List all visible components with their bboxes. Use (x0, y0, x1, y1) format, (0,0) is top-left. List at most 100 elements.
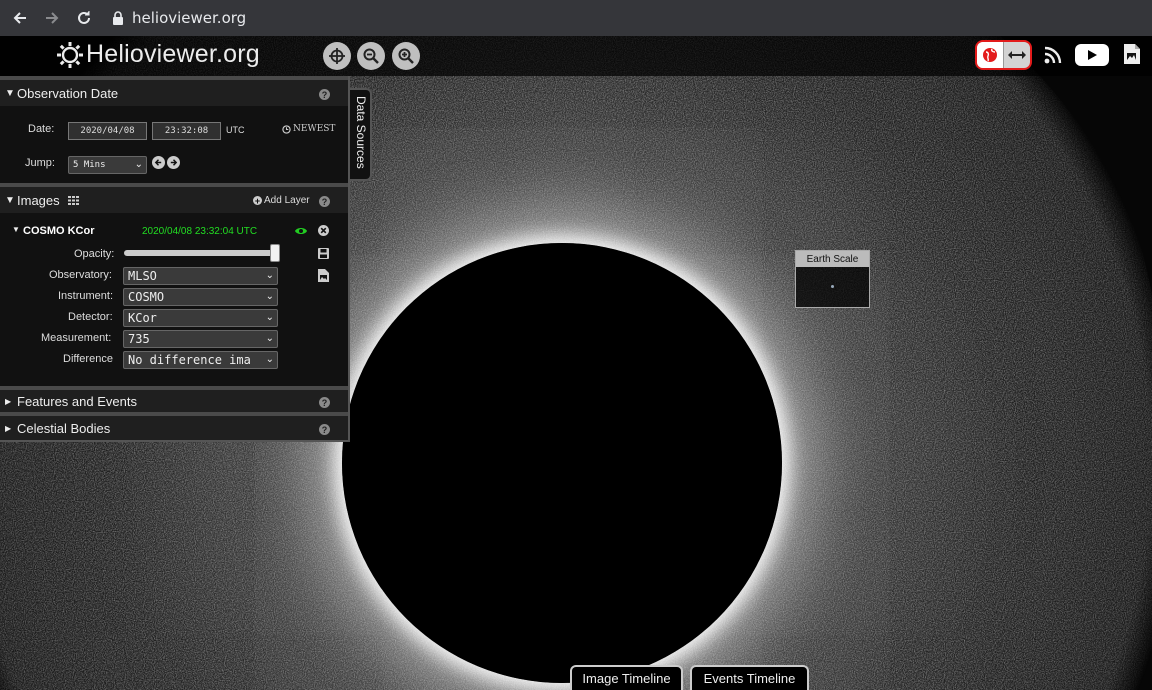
image-file-icon[interactable] (318, 269, 329, 282)
youtube-icon (1075, 44, 1109, 66)
eye-icon[interactable] (294, 226, 308, 236)
opacity-slider[interactable] (124, 244, 280, 262)
instrument-value: COSMO (128, 290, 165, 304)
add-layer-button[interactable]: + Add Layer (253, 195, 310, 206)
help-icon[interactable]: ? (319, 424, 330, 435)
time-input[interactable]: 23:32:08 (152, 122, 221, 140)
collapse-triangle-icon: ▼ (5, 87, 15, 99)
reload-icon[interactable] (72, 6, 96, 30)
occulter-disk (342, 243, 782, 683)
address-bar[interactable]: helioviewer.org (132, 9, 246, 27)
chevron-down-icon: ⌄ (134, 159, 143, 170)
logo[interactable]: Helioviewer.org (56, 40, 260, 69)
data-sources-label: Data Sources (354, 96, 368, 169)
utc-label: UTC (226, 125, 245, 135)
remove-layer-icon[interactable] (318, 225, 329, 236)
observatory-label: Observatory: (49, 269, 112, 281)
collapse-triangle-icon: ▼ (5, 194, 15, 206)
forward-icon[interactable] (40, 6, 64, 30)
youtube-button[interactable] (1075, 44, 1109, 71)
celestial-bodies-header[interactable]: ▶ Celestial Bodies ? (0, 412, 348, 440)
measurement-select[interactable]: 735 ⌄ (123, 330, 278, 348)
difference-select[interactable]: No difference ima ⌄ (123, 351, 278, 369)
image-timeline-button[interactable]: Image Timeline (570, 665, 683, 690)
rss-button[interactable] (1043, 45, 1063, 70)
section-title: Observation Date (17, 85, 119, 101)
flat-mode-button[interactable] (1004, 42, 1030, 68)
screenshot-button[interactable] (1123, 43, 1141, 70)
jump-back-button[interactable] (152, 156, 165, 169)
opacity-label: Opacity: (74, 248, 115, 260)
earth-icon (831, 285, 834, 288)
measurement-label: Measurement: (41, 332, 112, 344)
section-title: Features and Events (17, 393, 137, 409)
arrow-left-icon (154, 159, 162, 166)
plus-icon: + (253, 195, 262, 206)
features-events-header[interactable]: ▶ Features and Events ? (0, 386, 348, 412)
clock-icon (282, 124, 291, 134)
zoom-out-icon (363, 48, 379, 64)
crosshair-icon (329, 48, 345, 64)
slider-handle[interactable] (270, 244, 280, 262)
newest-button[interactable]: NEWEST (282, 124, 335, 134)
instrument-label: Instrument: (58, 290, 114, 302)
center-button[interactable] (323, 42, 351, 70)
grid-icon[interactable] (67, 195, 79, 205)
collapse-triangle-icon[interactable]: ▼ (12, 225, 20, 234)
observatory-select[interactable]: MLSO ⌄ (123, 267, 278, 285)
difference-label: Difference (63, 353, 113, 365)
chevron-down-icon: ⌄ (265, 312, 274, 323)
events-timeline-button[interactable]: Events Timeline (690, 665, 809, 690)
add-layer-label: Add Layer (264, 195, 310, 206)
observatory-value: MLSO (128, 269, 157, 283)
back-icon[interactable] (8, 6, 32, 30)
help-icon[interactable]: ? (319, 196, 330, 207)
jump-select[interactable]: 5 Mins ⌄ (68, 156, 147, 174)
jump-select-value: 5 Mins (73, 160, 106, 170)
expand-triangle-icon: ▶ (5, 423, 12, 433)
measurement-value: 735 (128, 332, 150, 346)
instrument-select[interactable]: COSMO ⌄ (123, 288, 278, 306)
images-header[interactable]: ▼ Images + Add Layer ? (0, 183, 348, 213)
data-sources-tab[interactable]: Data Sources (350, 88, 372, 181)
globe-mode-button[interactable] (977, 42, 1004, 68)
chevron-down-icon: ⌄ (265, 333, 274, 344)
logo-text: Helioviewer.org (86, 40, 260, 68)
earth-scale-title: Earth Scale (796, 251, 869, 267)
zoom-in-button[interactable] (392, 42, 420, 70)
app-header: Helioviewer.org (0, 36, 1152, 76)
help-icon[interactable]: ? (319, 397, 330, 408)
image-layer: ▼ COSMO KCor 2020/04/08 23:32:04 UTC Opa… (0, 216, 348, 384)
chevron-down-icon: ⌄ (265, 291, 274, 302)
section-title: Celestial Bodies (17, 420, 111, 436)
observation-date-header[interactable]: ▼ Observation Date ? (0, 76, 348, 106)
arrow-right-icon (170, 159, 178, 166)
date-label: Date: (28, 123, 55, 135)
detector-value: KCor (128, 311, 157, 325)
zoom-in-icon (398, 48, 414, 64)
jump-forward-button[interactable] (167, 156, 180, 169)
earth-scale-box[interactable]: Earth Scale (795, 250, 870, 308)
save-icon[interactable] (318, 248, 329, 259)
arrows-horizontal-icon (1008, 51, 1026, 59)
browser-toolbar: helioviewer.org (0, 0, 1152, 36)
view-mode-toggle[interactable] (975, 40, 1032, 70)
section-title: Images (17, 192, 60, 208)
expand-triangle-icon: ▶ (5, 396, 12, 406)
document-image-icon (1124, 44, 1140, 64)
detector-select[interactable]: KCor ⌄ (123, 309, 278, 327)
lock-icon (110, 10, 126, 26)
help-icon[interactable]: ? (319, 89, 330, 100)
sun-logo-icon (57, 41, 83, 68)
detector-label: Detector: (68, 311, 113, 323)
zoom-out-button[interactable] (357, 42, 385, 70)
jump-label: Jump: (25, 157, 55, 169)
layer-name: COSMO KCor (23, 225, 95, 237)
rss-icon (1044, 46, 1062, 64)
date-input[interactable]: 2020/04/08 (68, 122, 147, 140)
left-panel: ▼ Observation Date ? Date: 2020/04/08 23… (0, 76, 350, 442)
chevron-down-icon: ⌄ (265, 354, 274, 365)
globe-icon (983, 48, 997, 62)
chevron-down-icon: ⌄ (265, 270, 274, 281)
newest-label: NEWEST (293, 124, 336, 134)
